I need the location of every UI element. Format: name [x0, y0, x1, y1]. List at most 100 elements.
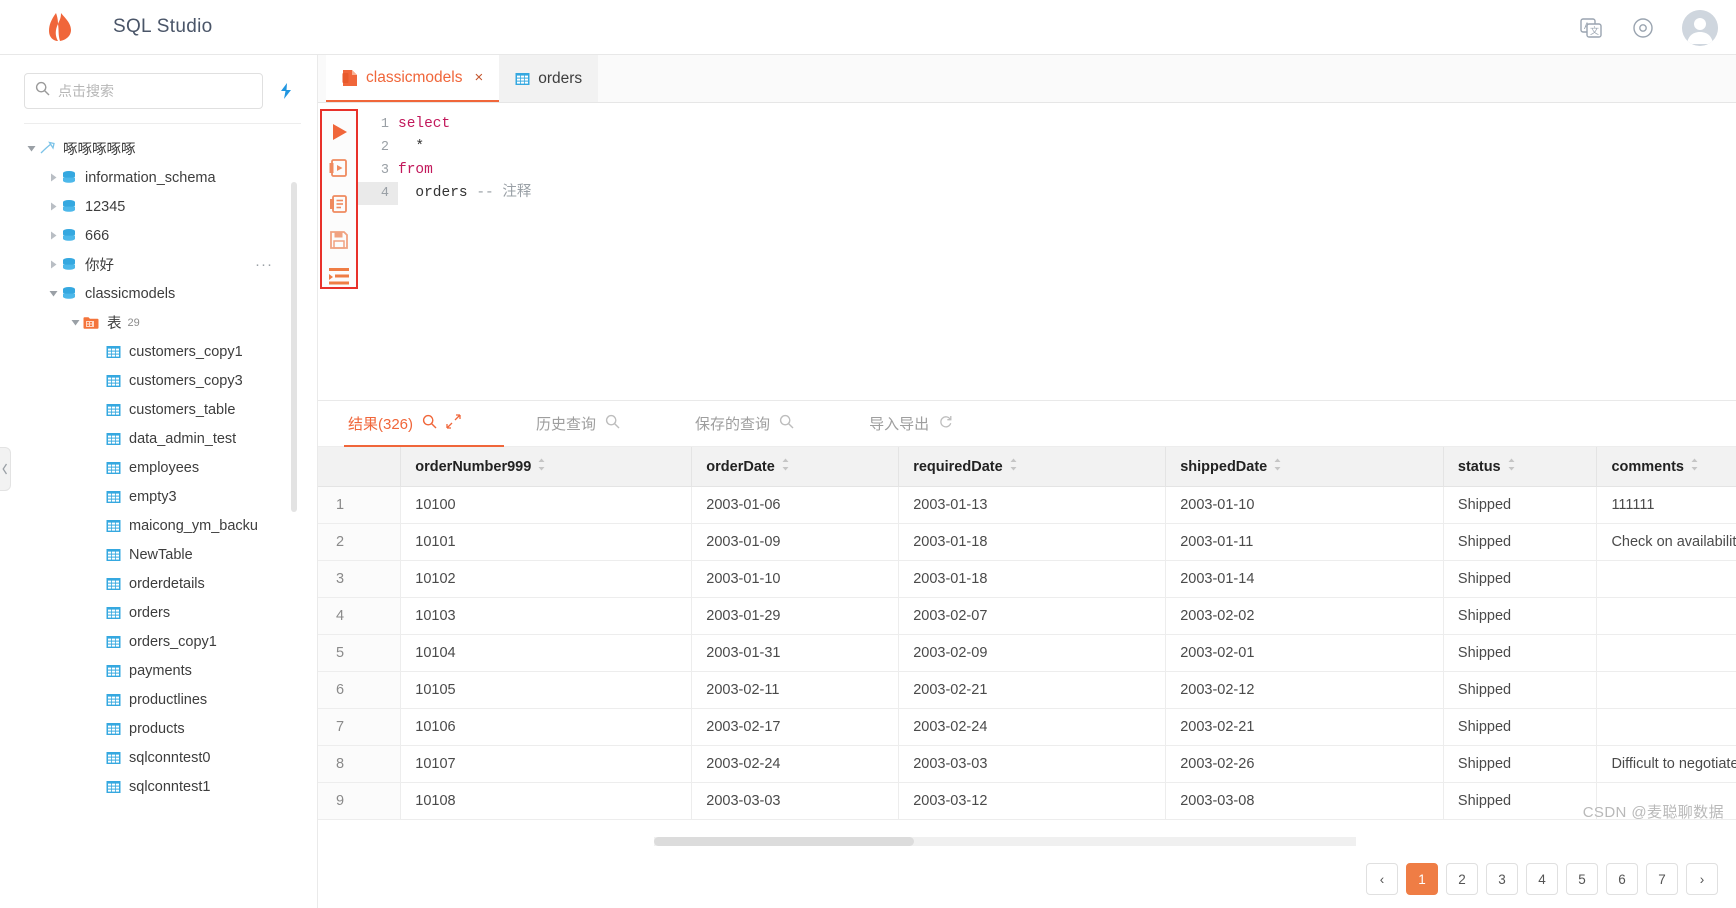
cell-shippedDate[interactable]: 2003-02-01 — [1165, 634, 1444, 672]
cell-shippedDate[interactable]: 2003-02-12 — [1165, 671, 1444, 709]
cell-status[interactable]: Shipped — [1443, 782, 1598, 820]
cell-requiredDate[interactable]: 2003-01-13 — [898, 486, 1167, 524]
tree-node-12345[interactable]: 12345 — [0, 192, 317, 221]
cell-orderNumber999[interactable]: 10108 — [400, 782, 693, 820]
cell-orderNumber999[interactable]: 10101 — [400, 523, 693, 561]
table-row[interactable]: 5 10104 2003-01-31 2003-02-09 2003-02-01 Ship… — [318, 634, 1736, 672]
cell-shippedDate[interactable]: 2003-02-02 — [1165, 597, 1444, 635]
sql-code-text[interactable]: select * from orders -- 注释 — [398, 103, 1736, 400]
cell-orderDate[interactable]: 2003-02-17 — [691, 708, 900, 746]
cell-status[interactable]: Shipped — [1443, 745, 1598, 783]
cell-status[interactable]: Shipped — [1443, 523, 1598, 561]
cell-requiredDate[interactable]: 2003-01-18 — [898, 523, 1167, 561]
cell-requiredDate[interactable]: 2003-02-21 — [898, 671, 1167, 709]
tree-node-sqlconntest0[interactable]: sqlconntest0 — [0, 743, 317, 772]
cell-orderDate[interactable]: 2003-01-29 — [691, 597, 900, 635]
tree-node-productlines[interactable]: productlines — [0, 685, 317, 714]
table-row[interactable]: 4 10103 2003-01-29 2003-02-07 2003-02-02 Ship… — [318, 597, 1736, 635]
grid-horizontal-scrollbar[interactable] — [654, 837, 1356, 846]
grid-column-header-shippedDate[interactable]: shippedDate — [1165, 447, 1444, 487]
cell-shippedDate[interactable]: 2003-03-08 — [1165, 782, 1444, 820]
pagination-page-6[interactable]: 6 — [1606, 863, 1638, 895]
grid-column-header-comments[interactable]: comments — [1596, 447, 1736, 487]
search-box[interactable] — [24, 73, 263, 109]
editor-tab-orders[interactable]: orders — [499, 55, 599, 102]
editor-tab-classicmodels[interactable]: classicmodels × — [326, 55, 500, 102]
sort-toggle-icon[interactable] — [531, 458, 546, 475]
table-row[interactable]: 1 10100 2003-01-06 2003-01-13 2003-01-10 Ship… — [318, 486, 1736, 524]
cell-status[interactable]: Shipped — [1443, 560, 1598, 598]
sort-toggle-icon[interactable] — [775, 458, 790, 475]
chevron-down-icon[interactable] — [46, 287, 60, 301]
pagination-page-2[interactable]: 2 — [1446, 863, 1478, 895]
cell-shippedDate[interactable]: 2003-02-21 — [1165, 708, 1444, 746]
cell-comments[interactable]: 111111 — [1596, 486, 1736, 524]
refresh-icon[interactable] — [938, 414, 953, 433]
chevron-right-icon[interactable] — [46, 229, 60, 243]
sort-toggle-icon[interactable] — [1267, 458, 1282, 475]
chevron-right-icon[interactable] — [46, 258, 60, 272]
avatar[interactable] — [1682, 9, 1718, 46]
chevron-down-icon[interactable] — [68, 316, 82, 330]
cell-comments[interactable] — [1596, 597, 1736, 635]
tree-node-sqlconntest1[interactable]: sqlconntest1 — [0, 772, 317, 801]
cell-orderNumber999[interactable]: 10106 — [400, 708, 693, 746]
tree-node-customers_table[interactable]: customers_table — [0, 395, 317, 424]
tree-node-666[interactable]: 666 — [0, 221, 317, 250]
cell-shippedDate[interactable]: 2003-02-26 — [1165, 745, 1444, 783]
grid-scroll-thumb[interactable] — [654, 837, 914, 846]
search-input[interactable] — [58, 83, 252, 99]
table-row[interactable]: 6 10105 2003-02-11 2003-02-21 2003-02-12 Ship… — [318, 671, 1736, 709]
grid-column-header-requiredDate[interactable]: requiredDate — [898, 447, 1167, 487]
cell-comments[interactable] — [1596, 634, 1736, 672]
settings-icon[interactable] — [1630, 15, 1656, 41]
cell-comments[interactable]: Check on availability. — [1596, 523, 1736, 561]
tree-node-classicmodels[interactable]: classicmodels — [0, 279, 317, 308]
cell-shippedDate[interactable]: 2003-01-14 — [1165, 560, 1444, 598]
cell-orderNumber999[interactable]: 10105 — [400, 671, 693, 709]
format-sql-icon[interactable] — [327, 264, 351, 287]
run-to-file-icon[interactable] — [327, 157, 351, 180]
cell-status[interactable]: Shipped — [1443, 597, 1598, 635]
pagination-page-1[interactable]: 1 — [1406, 863, 1438, 895]
cell-requiredDate[interactable]: 2003-03-03 — [898, 745, 1167, 783]
cell-orderNumber999[interactable]: 10104 — [400, 634, 693, 672]
pagination-page-3[interactable]: 3 — [1486, 863, 1518, 895]
pagination-page-4[interactable]: 4 — [1526, 863, 1558, 895]
cell-orderDate[interactable]: 2003-01-10 — [691, 560, 900, 598]
table-row[interactable]: 3 10102 2003-01-10 2003-01-18 2003-01-14 Ship… — [318, 560, 1736, 598]
cell-orderDate[interactable]: 2003-01-06 — [691, 486, 900, 524]
tree-node-orders_copy1[interactable]: orders_copy1 — [0, 627, 317, 656]
refresh-sync-icon[interactable] — [275, 80, 297, 102]
tree-node-[interactable]: 啄啄啄啄啄 — [0, 134, 317, 163]
grid-column-header-orderDate[interactable]: orderDate — [691, 447, 900, 487]
cell-requiredDate[interactable]: 2003-02-09 — [898, 634, 1167, 672]
cell-comments[interactable] — [1596, 671, 1736, 709]
tree-node-orderdetails[interactable]: orderdetails — [0, 569, 317, 598]
pagination-page-7[interactable]: 7 — [1646, 863, 1678, 895]
chevron-down-icon[interactable] — [24, 142, 38, 156]
sort-toggle-icon[interactable] — [1501, 458, 1516, 475]
search-icon[interactable] — [779, 414, 794, 433]
explain-plan-icon[interactable] — [327, 193, 351, 216]
cell-comments[interactable] — [1596, 782, 1736, 820]
results-tab-1[interactable]: 历史查询 — [518, 401, 677, 447]
cell-orderDate[interactable]: 2003-02-11 — [691, 671, 900, 709]
table-row[interactable]: 7 10106 2003-02-17 2003-02-24 2003-02-21 Ship… — [318, 708, 1736, 746]
table-row[interactable]: 2 10101 2003-01-09 2003-01-18 2003-01-11 Ship… — [318, 523, 1736, 561]
cell-comments[interactable] — [1596, 708, 1736, 746]
tree-node-NewTable[interactable]: NewTable — [0, 540, 317, 569]
results-tab-2[interactable]: 保存的查询 — [677, 401, 851, 447]
close-icon[interactable]: × — [474, 69, 483, 86]
cell-orderDate[interactable]: 2003-01-31 — [691, 634, 900, 672]
tree-node-[interactable]: 你好 ··· — [0, 250, 317, 279]
collapse-sidebar-icon[interactable] — [0, 447, 11, 491]
search-icon[interactable] — [605, 414, 620, 433]
table-row[interactable]: 8 10107 2003-02-24 2003-03-03 2003-02-26 Ship… — [318, 745, 1736, 783]
tree-node-information_schema[interactable]: information_schema — [0, 163, 317, 192]
expand-icon[interactable] — [446, 414, 461, 433]
sort-toggle-icon[interactable] — [1684, 458, 1699, 475]
cell-comments[interactable] — [1596, 560, 1736, 598]
tree-node-empty3[interactable]: empty3 — [0, 482, 317, 511]
cell-shippedDate[interactable]: 2003-01-11 — [1165, 523, 1444, 561]
